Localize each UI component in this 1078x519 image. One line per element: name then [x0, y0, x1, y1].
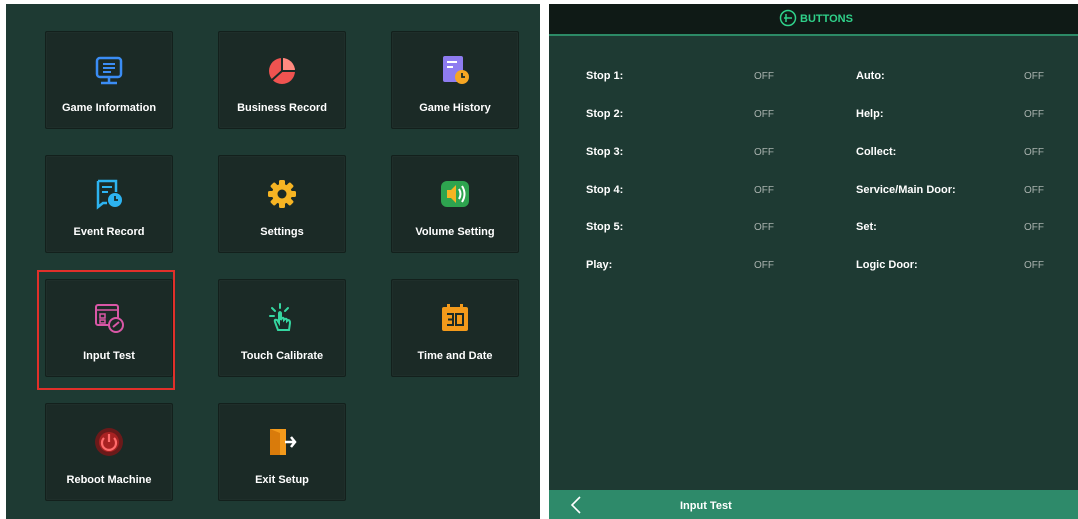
- event-record-button[interactable]: Event Record: [45, 155, 173, 253]
- tile-label: Reboot Machine: [66, 474, 152, 486]
- business-record-button[interactable]: Business Record: [218, 31, 346, 129]
- tile-label: Touch Calibrate: [240, 350, 324, 362]
- speaker-icon: [441, 181, 469, 207]
- panel-header: BUTTONS: [549, 4, 1078, 36]
- volume-setting-button[interactable]: Volume Setting: [391, 155, 519, 253]
- service-main-door-value: OFF: [1024, 185, 1044, 196]
- collect-value: OFF: [1024, 147, 1044, 158]
- tile-label: Time and Date: [417, 350, 493, 362]
- settings-button[interactable]: Settings: [218, 155, 346, 253]
- button-signal-icon: [779, 9, 797, 27]
- selection-highlight: [37, 270, 175, 390]
- history-document-icon: [443, 56, 469, 84]
- stop2-label: Stop 2:: [586, 108, 624, 120]
- monitor-icon: [95, 56, 123, 85]
- panel-title: BUTTONS: [800, 13, 853, 25]
- stop4-value: OFF: [754, 185, 774, 196]
- stop3-label: Stop 3:: [586, 146, 624, 158]
- exit-door-icon: [270, 429, 297, 455]
- tile-label: Game Information: [61, 102, 157, 114]
- tile-label: Business Record: [237, 102, 327, 114]
- exit-setup-button[interactable]: Exit Setup: [218, 403, 346, 501]
- stop1-value: OFF: [754, 71, 774, 82]
- pie-chart-icon: [269, 58, 295, 84]
- stop4-label: Stop 4:: [586, 184, 624, 196]
- logic-door-label: Logic Door:: [856, 259, 918, 271]
- help-value: OFF: [1024, 109, 1044, 120]
- tile-label: Event Record: [73, 226, 145, 238]
- set-label: Set:: [856, 221, 877, 233]
- tile-label: Volume Setting: [415, 226, 495, 238]
- play-label: Play:: [586, 259, 613, 271]
- panel-footer: Input Test: [549, 490, 1078, 519]
- stop5-label: Stop 5:: [586, 221, 624, 233]
- game-history-button[interactable]: Game History: [391, 31, 519, 129]
- stop5-value: OFF: [754, 222, 774, 233]
- chevron-left-icon[interactable]: [569, 496, 585, 514]
- gear-icon: [268, 180, 296, 208]
- play-value: OFF: [754, 260, 774, 271]
- time-and-date-button[interactable]: Time and Date: [391, 279, 519, 377]
- calendar-icon: [442, 304, 468, 331]
- auto-value: OFF: [1024, 71, 1044, 82]
- help-label: Help:: [856, 108, 884, 120]
- stop2-value: OFF: [754, 109, 774, 120]
- tile-label: Settings: [260, 226, 304, 238]
- stop3-value: OFF: [754, 147, 774, 158]
- logic-door-value: OFF: [1024, 260, 1044, 271]
- game-information-button[interactable]: Game Information: [45, 31, 173, 129]
- tile-label: Game History: [419, 102, 491, 114]
- set-value: OFF: [1024, 222, 1044, 233]
- reboot-machine-button[interactable]: Reboot Machine: [45, 403, 173, 501]
- buttons-test-panel: BUTTONS Stop 1: OFF Stop 2: OFF Stop 3: …: [549, 4, 1078, 519]
- tile-label: Exit Setup: [255, 474, 309, 486]
- service-main-door-label: Service/Main Door:: [856, 184, 956, 196]
- stop1-label: Stop 1:: [586, 70, 624, 82]
- auto-label: Auto:: [856, 70, 885, 82]
- touch-calibrate-button[interactable]: Touch Calibrate: [218, 279, 346, 377]
- event-record-icon: [96, 179, 122, 210]
- power-icon: [95, 428, 123, 456]
- setup-menu-panel: Game Information Business Record Game Hi…: [6, 4, 540, 519]
- footer-title: Input Test: [680, 500, 732, 512]
- collect-label: Collect:: [856, 146, 897, 158]
- touch-hand-icon: [269, 303, 292, 331]
